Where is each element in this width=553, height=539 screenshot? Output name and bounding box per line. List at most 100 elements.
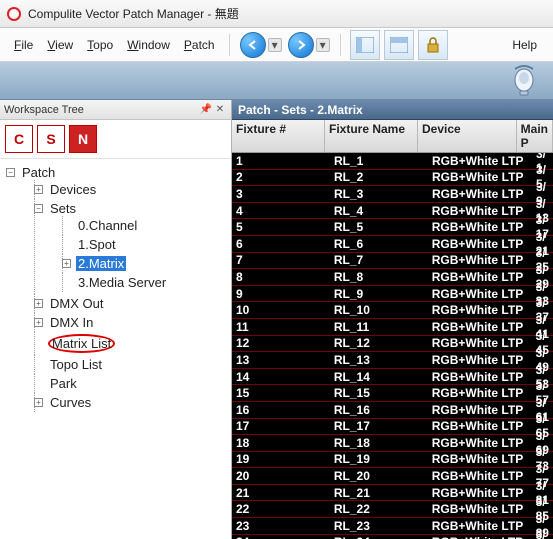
table-row[interactable]: 5RL_5RGB+White LTP3/ 17 [232, 219, 553, 236]
menu-topo[interactable]: Topo [81, 34, 119, 56]
tree-patch[interactable]: Patch [20, 165, 57, 180]
patch-grid: Patch - Sets - 2.Matrix Fixture # Fixtur… [232, 100, 553, 539]
nav-forward-dropdown[interactable]: ▾ [316, 38, 330, 52]
cell: RGB+White LTP [428, 253, 532, 267]
table-row[interactable]: 17RL_17RGB+White LTP3/ 65 [232, 419, 553, 436]
table-row[interactable]: 24RL_24RGB+White LTP3/ 93 [232, 535, 553, 539]
table-row[interactable]: 19RL_19RGB+White LTP3/ 73 [232, 452, 553, 469]
mode-s-button[interactable]: S [37, 125, 65, 153]
table-row[interactable]: 11RL_11RGB+White LTP3/ 41 [232, 319, 553, 336]
cell: RL_2 [330, 170, 428, 184]
tree-matrix-list[interactable]: Matrix List [48, 334, 115, 353]
cell: 15 [232, 386, 330, 400]
expand-icon[interactable]: + [34, 185, 43, 194]
table-row[interactable]: 2RL_2RGB+White LTP3/ 5 [232, 170, 553, 187]
mode-buttons: C S N [0, 120, 231, 159]
grid-body[interactable]: 1RL_1RGB+White LTP3/ 12RL_2RGB+White LTP… [232, 153, 553, 539]
cell: RGB+White LTP [428, 270, 532, 284]
grid-title: Patch - Sets - 2.Matrix [232, 100, 553, 120]
table-row[interactable]: 8RL_8RGB+White LTP3/ 29 [232, 269, 553, 286]
expand-icon[interactable]: + [62, 259, 71, 268]
tree-dmx-out[interactable]: DMX Out [48, 296, 105, 311]
cell: 14 [232, 370, 330, 384]
titlebar: Compulite Vector Patch Manager - 無題 [0, 0, 553, 28]
table-row[interactable]: 12RL_12RGB+White LTP3/ 45 [232, 336, 553, 353]
layout-left-button[interactable] [350, 30, 380, 60]
table-row[interactable]: 4RL_4RGB+White LTP3/ 13 [232, 203, 553, 220]
table-row[interactable]: 1RL_1RGB+White LTP3/ 1 [232, 153, 553, 170]
table-row[interactable]: 9RL_9RGB+White LTP3/ 33 [232, 286, 553, 303]
tree-sets[interactable]: Sets [48, 201, 78, 216]
table-row[interactable]: 16RL_16RGB+White LTP3/ 61 [232, 402, 553, 419]
cell: RGB+White LTP [428, 154, 532, 168]
tree-park[interactable]: Park [48, 376, 79, 391]
table-row[interactable]: 22RL_22RGB+White LTP3/ 85 [232, 501, 553, 518]
col-main-p[interactable]: Main P [517, 120, 553, 152]
nav-back-button[interactable] [240, 32, 266, 58]
lock-button[interactable] [418, 30, 448, 60]
col-fixture-num[interactable]: Fixture # [232, 120, 325, 152]
cell: RGB+White LTP [428, 519, 532, 533]
menubar: File View Topo Window Patch ▾ ▾ Help [0, 28, 553, 62]
table-row[interactable]: 10RL_10RGB+White LTP3/ 37 [232, 302, 553, 319]
cell: RL_8 [330, 270, 428, 284]
cell: RGB+White LTP [428, 419, 532, 433]
close-icon[interactable]: ✕ [213, 103, 227, 117]
context-strip [0, 62, 553, 100]
expand-icon[interactable]: − [34, 204, 43, 213]
menu-patch[interactable]: Patch [178, 34, 221, 56]
table-row[interactable]: 7RL_7RGB+White LTP3/ 25 [232, 253, 553, 270]
table-row[interactable]: 6RL_6RGB+White LTP3/ 21 [232, 236, 553, 253]
table-row[interactable]: 3RL_3RGB+White LTP3/ 9 [232, 186, 553, 203]
tree-set-channel[interactable]: 0.Channel [76, 218, 139, 233]
tree-set-spot[interactable]: 1.Spot [76, 237, 118, 252]
table-row[interactable]: 20RL_20RGB+White LTP3/ 77 [232, 468, 553, 485]
expand-icon[interactable]: + [34, 398, 43, 407]
cell: 17 [232, 419, 330, 433]
mode-n-button[interactable]: N [69, 125, 97, 153]
pin-icon[interactable]: 📌 [199, 103, 213, 117]
tree-devices[interactable]: Devices [48, 182, 98, 197]
table-row[interactable]: 21RL_21RGB+White LTP3/ 81 [232, 485, 553, 502]
cell: 11 [232, 320, 330, 334]
table-row[interactable]: 14RL_14RGB+White LTP3/ 53 [232, 369, 553, 386]
workspace-tree: −Patch +Devices −Sets 0.Channel 1.Spot +… [0, 159, 231, 539]
tree-curves[interactable]: Curves [48, 395, 93, 410]
layout-top-button[interactable] [384, 30, 414, 60]
menu-window[interactable]: Window [121, 34, 176, 56]
expand-icon[interactable]: − [6, 168, 15, 177]
cell: RL_20 [330, 469, 428, 483]
mode-c-button[interactable]: C [5, 125, 33, 153]
tree-dmx-in[interactable]: DMX In [48, 315, 95, 330]
cell: RGB+White LTP [428, 237, 532, 251]
window-title: Compulite Vector Patch Manager - 無題 [28, 5, 239, 22]
cell: RGB+White LTP [428, 469, 532, 483]
cell: RL_9 [330, 287, 428, 301]
tree-set-media[interactable]: 3.Media Server [76, 275, 168, 290]
table-row[interactable]: 23RL_23RGB+White LTP3/ 89 [232, 518, 553, 535]
expand-icon[interactable]: + [34, 299, 43, 308]
cell: RL_17 [330, 419, 428, 433]
cell: 9 [232, 287, 330, 301]
table-row[interactable]: 13RL_13RGB+White LTP3/ 49 [232, 352, 553, 369]
menu-help[interactable]: Help [504, 34, 545, 56]
cell: 3/ 93 [532, 528, 553, 539]
cell: RL_16 [330, 403, 428, 417]
cell: RL_24 [330, 535, 428, 539]
separator [229, 34, 230, 56]
menu-file[interactable]: File [8, 34, 39, 56]
tree-topo-list[interactable]: Topo List [48, 357, 104, 372]
expand-icon[interactable]: + [34, 318, 43, 327]
col-fixture-name[interactable]: Fixture Name [325, 120, 418, 152]
tree-set-matrix[interactable]: 2.Matrix [76, 256, 126, 271]
app-icon [6, 6, 22, 22]
menu-view[interactable]: View [41, 34, 79, 56]
table-row[interactable]: 18RL_18RGB+White LTP3/ 69 [232, 435, 553, 452]
nav-back-dropdown[interactable]: ▾ [268, 38, 282, 52]
cell: 13 [232, 353, 330, 367]
col-device[interactable]: Device [418, 120, 517, 152]
table-row[interactable]: 15RL_15RGB+White LTP3/ 57 [232, 385, 553, 402]
cell: RGB+White LTP [428, 220, 532, 234]
cell: RGB+White LTP [428, 452, 532, 466]
nav-forward-button[interactable] [288, 32, 314, 58]
